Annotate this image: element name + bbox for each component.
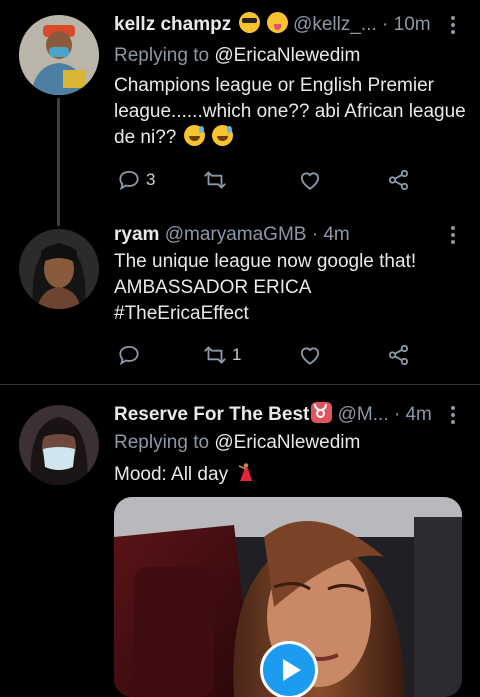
avatar[interactable] bbox=[19, 229, 99, 309]
like-button[interactable] bbox=[297, 341, 327, 369]
hashtag-link[interactable]: #TheEricaEffect bbox=[114, 301, 466, 327]
retweet-icon bbox=[204, 171, 226, 189]
reply-button[interactable] bbox=[116, 341, 146, 369]
thread-line bbox=[57, 98, 60, 226]
reply-icon bbox=[119, 170, 139, 191]
tweet-header: ryam @maryamaGMB · 4m bbox=[114, 222, 440, 248]
tweet-actions: 3 bbox=[114, 166, 414, 194]
more-options-icon[interactable] bbox=[450, 226, 456, 246]
share-button[interactable] bbox=[386, 341, 412, 369]
mention-link[interactable]: @EricaNlewedim bbox=[214, 432, 360, 453]
more-options-icon[interactable] bbox=[450, 16, 456, 36]
tweet-kellz[interactable]: kellz champz @kellz_... · 10m Replying t… bbox=[0, 0, 480, 226]
heart-icon bbox=[300, 347, 320, 365]
retweet-icon bbox=[204, 346, 226, 364]
heart-icon bbox=[300, 172, 320, 190]
timestamp[interactable]: 4m bbox=[323, 224, 349, 245]
sweat-smile-emoji bbox=[183, 125, 205, 146]
dancer-emoji bbox=[235, 462, 256, 483]
separator-dot: · bbox=[393, 404, 401, 425]
tweet-text: The unique league now google that! AMBAS… bbox=[114, 249, 466, 327]
timestamp[interactable]: 4m bbox=[405, 404, 431, 425]
reply-count: 3 bbox=[146, 170, 156, 189]
tweet-text-line-group: de ni?? bbox=[114, 125, 466, 151]
avatar[interactable] bbox=[19, 405, 99, 485]
share-button[interactable] bbox=[386, 166, 412, 194]
separator-dot: · bbox=[311, 224, 319, 245]
more-options-icon[interactable] bbox=[450, 406, 456, 426]
sweat-smile-emoji bbox=[211, 125, 233, 146]
tweet-text-line: league......which one?? abi African leag… bbox=[114, 101, 466, 122]
play-icon bbox=[283, 659, 301, 681]
retweet-button[interactable]: 1 bbox=[202, 341, 241, 369]
display-name[interactable]: ryam bbox=[114, 224, 159, 245]
tweet-text-line: AMBASSADOR ERICA bbox=[114, 277, 312, 298]
reply-button[interactable]: 3 bbox=[116, 166, 155, 194]
sunglasses-face-emoji bbox=[238, 12, 260, 33]
winking-tongue-face-emoji bbox=[266, 12, 288, 33]
tweet-ryam[interactable]: ryam @maryamaGMB · 4m The unique league … bbox=[0, 210, 480, 384]
reply-icon bbox=[119, 345, 139, 366]
user-handle[interactable]: @maryamaGMB bbox=[165, 224, 307, 245]
mention-link[interactable]: @EricaNlewedim bbox=[214, 45, 360, 66]
video-thumbnail[interactable] bbox=[114, 497, 462, 697]
tweet-text-line: The unique league now google that! bbox=[114, 251, 417, 272]
display-name[interactable]: Reserve For The Best bbox=[114, 404, 309, 425]
replying-to-line: Replying to @EricaNlewedim bbox=[114, 43, 360, 69]
tweet-text-line: de ni?? bbox=[114, 127, 177, 148]
tweet-header: Reserve For The Best @M... · 4m bbox=[114, 402, 440, 428]
share-icon bbox=[388, 169, 409, 191]
taurus-emoji bbox=[311, 402, 333, 423]
like-button[interactable] bbox=[297, 166, 327, 194]
retweet-count: 1 bbox=[232, 345, 242, 364]
replying-to-label: Replying to bbox=[114, 45, 215, 66]
play-button[interactable] bbox=[260, 641, 318, 697]
avatar[interactable] bbox=[19, 15, 99, 95]
tweet-text-line: Champions league or English Premier bbox=[114, 75, 434, 96]
tweet-text: Champions league or English Premier leag… bbox=[114, 73, 466, 151]
retweet-button[interactable] bbox=[202, 166, 232, 194]
replying-to-line: Replying to @EricaNlewedim bbox=[114, 430, 360, 456]
tweet-actions: 1 bbox=[114, 341, 414, 369]
timestamp[interactable]: 10m bbox=[394, 14, 431, 35]
user-handle[interactable]: @M... bbox=[338, 404, 389, 425]
tweet-text-line: Mood: All day bbox=[114, 464, 229, 485]
tweet-text: Mood: All day bbox=[114, 462, 466, 488]
separator-dot: · bbox=[382, 14, 389, 35]
share-icon bbox=[388, 344, 409, 366]
replying-to-label: Replying to bbox=[114, 432, 215, 453]
display-name[interactable]: kellz champz bbox=[114, 14, 231, 35]
tweet-header: kellz champz @kellz_... · 10m bbox=[114, 12, 440, 38]
user-handle[interactable]: @kellz_... bbox=[293, 14, 377, 35]
